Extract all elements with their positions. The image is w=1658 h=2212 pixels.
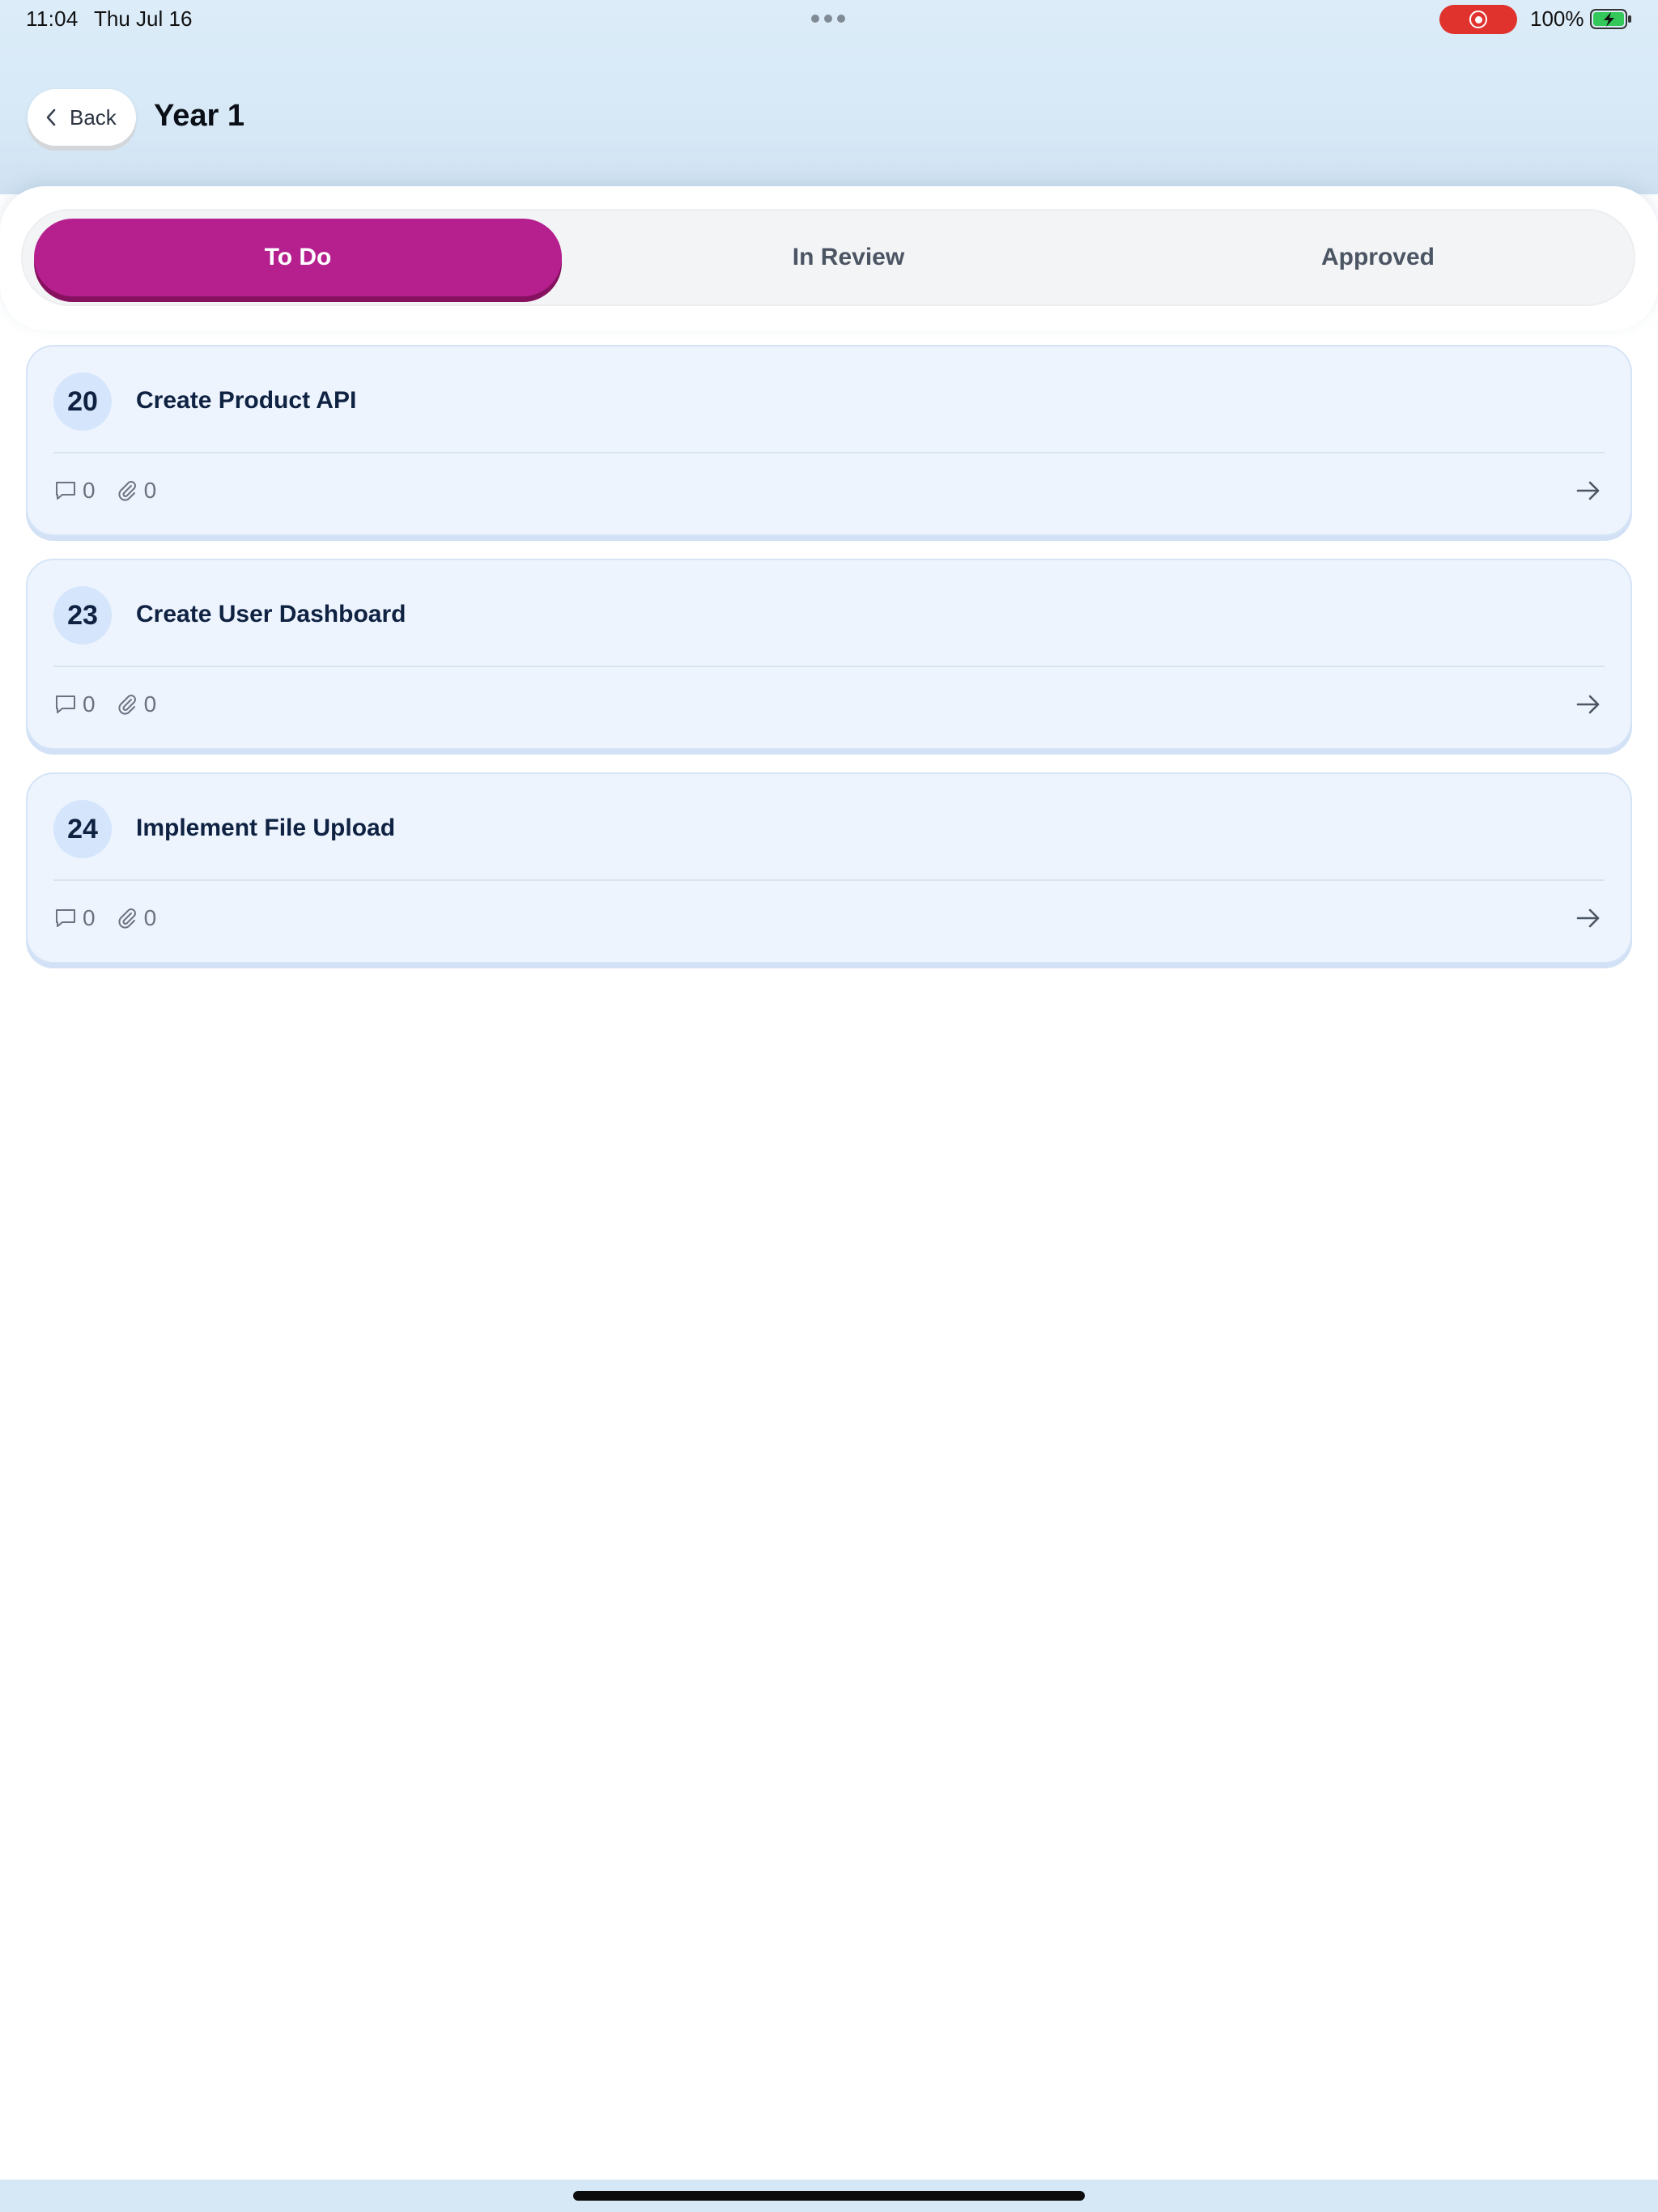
tab-to-do[interactable]: To Do: [34, 219, 562, 296]
attachment-count: 0: [115, 478, 156, 504]
attachment-count: 0: [115, 905, 156, 931]
card-divider: [53, 452, 1605, 453]
task-card[interactable]: 24 Implement File Upload 0 0: [26, 772, 1632, 963]
more-dots-icon[interactable]: [811, 15, 845, 23]
tab-panel: To Do In Review Approved: [0, 186, 1658, 330]
home-indicator[interactable]: [573, 2191, 1085, 2201]
status-date: Thu Jul 16: [94, 6, 193, 31]
task-title: Create Product API: [136, 387, 357, 414]
paperclip-icon: [118, 481, 136, 501]
comment-icon: [56, 909, 75, 927]
battery-charging-icon: [1590, 9, 1631, 29]
arrow-right-icon[interactable]: [1574, 476, 1603, 505]
paperclip-icon: [118, 908, 136, 929]
task-meta: 0 0: [53, 476, 176, 505]
arrow-right-icon[interactable]: [1574, 690, 1603, 719]
comment-count: 0: [53, 905, 96, 931]
task-title: Create User Dashboard: [136, 601, 406, 627]
task-number: 24: [53, 800, 112, 858]
task-number: 20: [53, 372, 112, 431]
task-meta: 0 0: [53, 690, 176, 719]
status-time: 11:04: [26, 6, 79, 31]
comment-icon: [56, 482, 75, 500]
task-number: 23: [53, 586, 112, 644]
card-divider: [53, 879, 1605, 881]
comment-count: 0: [53, 691, 96, 717]
attachment-count: 0: [115, 691, 156, 717]
segmented-control: To Do In Review Approved: [21, 209, 1635, 306]
page-title: Year 1: [154, 99, 244, 133]
task-card[interactable]: 20 Create Product API 0 0: [26, 345, 1632, 536]
card-divider: [53, 666, 1605, 667]
record-icon[interactable]: [1439, 5, 1517, 34]
chevron-left-icon: [46, 108, 56, 126]
task-title: Implement File Upload: [136, 815, 396, 841]
back-button[interactable]: Back: [28, 89, 136, 146]
back-label: Back: [70, 104, 117, 130]
tab-approved[interactable]: Approved: [1111, 211, 1645, 304]
task-meta: 0 0: [53, 904, 176, 933]
screen: 11:04 Thu Jul 16 100% Back Year 1 To Do …: [0, 0, 1658, 2212]
tab-in-review[interactable]: In Review: [581, 211, 1116, 304]
comment-count: 0: [53, 478, 96, 504]
battery-percent: 100%: [1530, 6, 1584, 31]
paperclip-icon: [118, 695, 136, 715]
comment-icon: [56, 696, 75, 713]
arrow-right-icon[interactable]: [1574, 904, 1603, 933]
task-card[interactable]: 23 Create User Dashboard 0 0: [26, 559, 1632, 750]
status-bar: 11:04 Thu Jul 16 100%: [0, 0, 1658, 39]
